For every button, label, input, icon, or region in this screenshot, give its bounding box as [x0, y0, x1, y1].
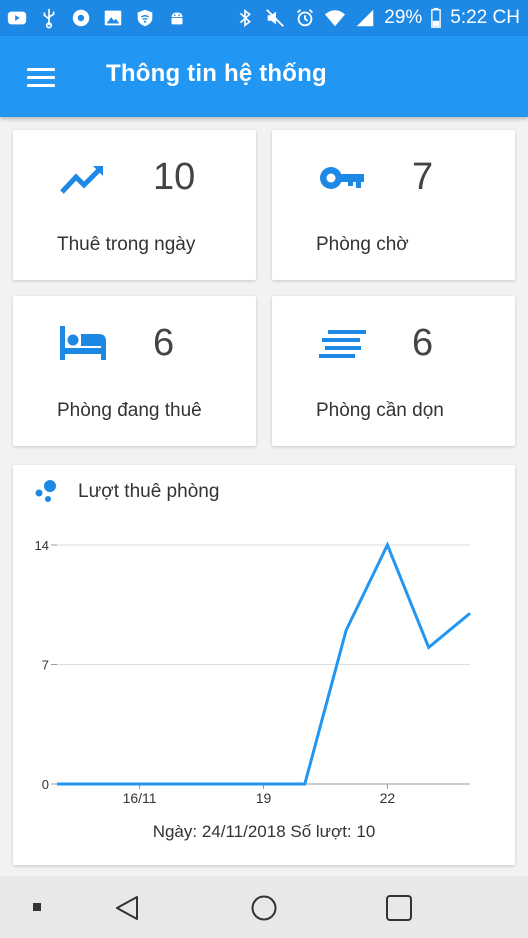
- nav-recents-button[interactable]: [379, 888, 419, 928]
- status-bar: 29% 5:22 CH: [0, 0, 528, 36]
- stat-value: 6: [153, 322, 175, 364]
- nav-square-dot-button[interactable]: [18, 888, 58, 928]
- youtube-icon: [6, 7, 28, 29]
- bed-icon: [57, 322, 109, 366]
- signal-icon: [354, 7, 376, 29]
- stat-card-occupied-rooms[interactable]: 6 Phòng đang thuê: [13, 296, 256, 446]
- y-tick-label: 14: [35, 538, 49, 553]
- battery-icon: [430, 7, 442, 29]
- lines-icon: [316, 322, 368, 366]
- stat-label: Phòng cần dọn: [316, 400, 444, 421]
- android-icon: [166, 7, 188, 29]
- stat-value: 10: [153, 156, 196, 198]
- chrome-icon: [70, 7, 92, 29]
- page-title: Thông tin hệ thống: [106, 60, 327, 87]
- menu-icon: [27, 68, 55, 71]
- menu-icon-bar: [27, 76, 55, 79]
- image-icon: [102, 7, 124, 29]
- rentals-chart-card: Lượt thuê phòng 0 7 14 16/11 19 22 Ngày: 24/1…: [13, 465, 515, 865]
- stat-label: Phòng chờ: [316, 234, 409, 255]
- square-dot-icon: [33, 903, 41, 911]
- x-tick-label: 19: [256, 790, 272, 806]
- app-bar: Thông tin hệ thống: [0, 36, 528, 117]
- stat-label: Thuê trong ngày: [57, 234, 196, 255]
- recents-icon: [386, 895, 412, 921]
- wifi-shield-icon: [134, 7, 156, 29]
- clock: 5:22 CH: [450, 7, 520, 28]
- menu-icon-bar: [27, 84, 55, 87]
- stat-value: 6: [412, 322, 434, 364]
- trending-up-icon: [57, 156, 109, 200]
- battery-percent: 29%: [384, 7, 423, 28]
- wifi-icon: [324, 7, 346, 29]
- usb-icon: [38, 7, 60, 29]
- navigation-bar: [0, 876, 528, 938]
- status-bar-left: [6, 0, 188, 36]
- home-icon: [251, 895, 277, 921]
- y-tick-label: 7: [42, 658, 49, 673]
- key-icon: [316, 156, 368, 200]
- stat-card-daily-rentals[interactable]: 10 Thuê trong ngày: [13, 130, 256, 280]
- y-tick-label: 0: [42, 777, 49, 792]
- chart-selection-caption: Ngày: 24/11/2018 Số lượt: 10: [152, 822, 376, 841]
- status-bar-right: 29% 5:22 CH: [234, 0, 520, 36]
- bluetooth-icon: [234, 7, 256, 29]
- nav-home-button[interactable]: [244, 888, 284, 928]
- mute-icon: [264, 7, 286, 29]
- stat-value: 7: [412, 156, 434, 198]
- stat-card-cleaning-rooms[interactable]: 6 Phòng cần dọn: [272, 296, 515, 446]
- stat-label: Phòng đang thuê: [57, 400, 202, 421]
- rentals-line-chart: 0 7 14 16/11 19 22: [35, 538, 471, 806]
- x-tick-label: 22: [380, 790, 396, 806]
- nav-back-button[interactable]: [108, 888, 148, 928]
- x-tick-label: 16/11: [123, 790, 157, 806]
- menu-button[interactable]: [22, 62, 58, 92]
- alarm-icon: [294, 7, 316, 29]
- back-icon: [116, 896, 138, 920]
- stat-card-waiting-rooms[interactable]: 7 Phòng chờ: [272, 130, 515, 280]
